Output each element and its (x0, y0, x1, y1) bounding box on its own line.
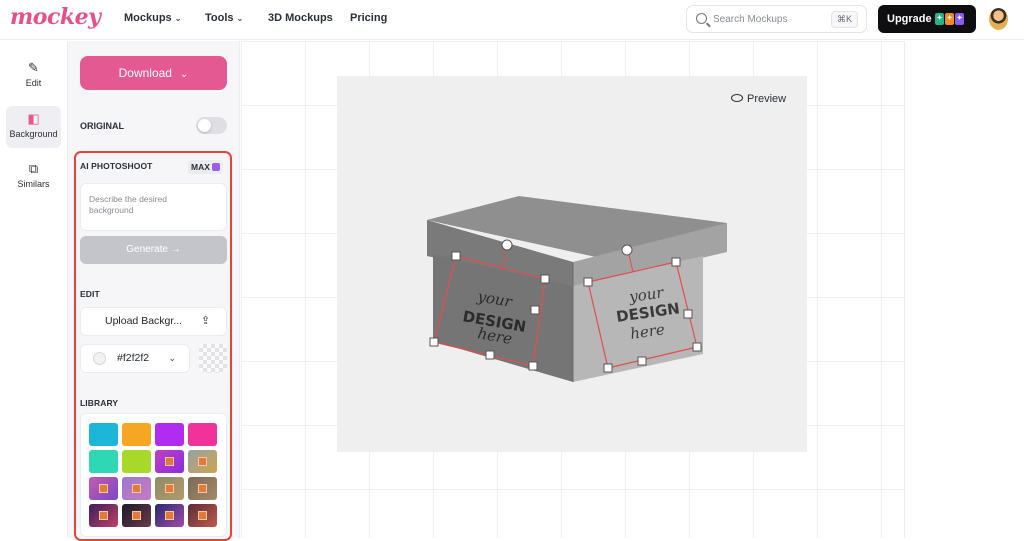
library-swatch[interactable] (89, 504, 118, 527)
library-swatch[interactable] (122, 477, 151, 500)
library-swatch[interactable] (122, 423, 151, 446)
edit-title: EDIT (80, 289, 100, 299)
chevron-down-icon: ⌄ (236, 14, 244, 23)
library-swatch[interactable] (155, 423, 184, 446)
library-swatch[interactable] (122, 504, 151, 527)
library-swatch[interactable] (155, 450, 184, 473)
sparkle-icon: ✦ (945, 13, 954, 25)
library-swatch[interactable] (89, 450, 118, 473)
color-swatch (93, 352, 106, 365)
original-toggle[interactable] (196, 117, 227, 134)
rail-item-edit[interactable]: ✎ Edit (6, 55, 61, 97)
background-library-grid (80, 413, 227, 537)
search-placeholder: Search Mockups (713, 14, 788, 25)
color-picker[interactable]: #f2f2f2 ⌄ (80, 344, 190, 373)
nav-mockups[interactable]: Mockups ⌄ (124, 12, 181, 24)
library-swatch[interactable] (188, 450, 217, 473)
preview-button[interactable]: Preview (731, 93, 786, 105)
logo-thumb-icon (198, 511, 207, 520)
nav-pricing[interactable]: Pricing (350, 12, 387, 24)
logo-thumb-icon (165, 511, 174, 520)
sparkle-icon: ✦ (935, 13, 944, 25)
library-swatch[interactable] (188, 423, 217, 446)
library-swatch[interactable] (155, 477, 184, 500)
upgrade-button[interactable]: Upgrade ✦ ✦ ✦ (878, 5, 976, 33)
logo-thumb-icon (99, 511, 108, 520)
right-margin (904, 41, 1024, 538)
tool-rail: ✎ Edit ◧ Background ⧉ Similars (0, 41, 68, 538)
chevron-down-icon: ⌄ (179, 69, 189, 80)
max-badge: MAX (188, 160, 223, 174)
logo-thumb-icon (132, 484, 141, 493)
sparkle-icon: ✦ (955, 13, 964, 25)
logo-thumb-icon (99, 484, 108, 493)
pencil-icon: ✎ (28, 60, 39, 75)
original-label: ORIGINAL (80, 121, 124, 131)
rail-item-background[interactable]: ◧ Background (6, 106, 61, 148)
transparent-background-option[interactable] (199, 344, 227, 373)
ai-photoshoot-title: AI PHOTOSHOOT (80, 161, 153, 171)
rail-item-similars[interactable]: ⧉ Similars (6, 156, 61, 198)
mockey-logo[interactable]: mockey (10, 4, 101, 30)
box-mockup-image[interactable]: your DESIGN here your DESIGN here (337, 76, 807, 452)
top-navbar: mockey Mockups ⌄ Tools ⌄ 3D Mockups Pricin… (0, 0, 1024, 40)
search-shortcut: ⌘K (830, 11, 858, 28)
download-button[interactable]: Download ⌄ (80, 56, 227, 90)
chevron-down-icon: ⌄ (174, 14, 182, 23)
eye-icon (731, 94, 743, 102)
logo-thumb-icon (132, 511, 141, 520)
library-swatch[interactable] (188, 477, 217, 500)
library-swatch[interactable] (89, 477, 118, 500)
background-panel: Download ⌄ ORIGINAL AI PHOTOSHOOT MAX Des… (68, 41, 240, 541)
color-hex: #f2f2f2 (117, 352, 150, 364)
nav-tools[interactable]: Tools ⌄ (205, 12, 243, 24)
background-icon: ◧ (27, 111, 40, 126)
upload-background-button[interactable]: Upload Backgr... ⇪ (80, 307, 227, 336)
chevron-down-icon: ⌄ (168, 353, 176, 363)
logo-thumb-icon (165, 457, 174, 466)
generate-button[interactable]: Generate → (80, 236, 227, 264)
similars-icon: ⧉ (28, 161, 39, 176)
upload-icon: ⇪ (201, 315, 211, 327)
user-avatar[interactable] (989, 8, 1008, 30)
search-box[interactable]: Search Mockups ⌘K (686, 5, 867, 33)
search-icon (696, 13, 707, 24)
library-swatch[interactable] (89, 423, 118, 446)
logo-thumb-icon (165, 484, 174, 493)
logo-thumb-icon (198, 484, 207, 493)
library-swatch[interactable] (188, 504, 217, 527)
background-description-input[interactable]: Describe the desired background (80, 183, 227, 231)
max-icon (212, 163, 220, 171)
library-swatch[interactable] (122, 450, 151, 473)
logo-thumb-icon (198, 457, 207, 466)
nav-3d-mockups[interactable]: 3D Mockups (268, 12, 333, 24)
library-title: LIBRARY (80, 398, 119, 408)
library-swatch[interactable] (155, 504, 184, 527)
toggle-knob (198, 119, 211, 132)
